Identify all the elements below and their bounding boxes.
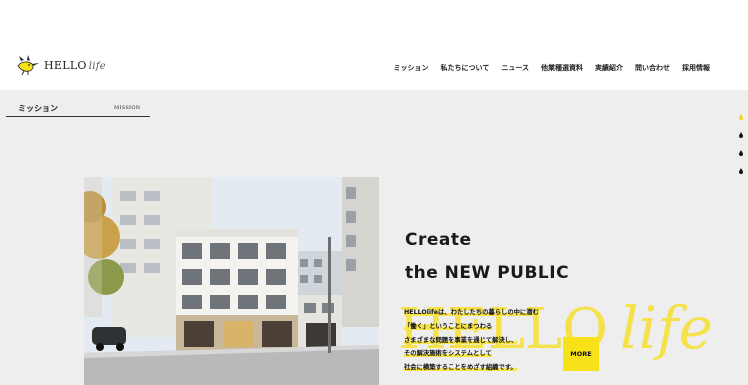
drop-icon[interactable] xyxy=(738,150,744,156)
building-photo-illustration xyxy=(84,177,379,385)
breadcrumb-label-en: MISSION xyxy=(114,105,141,111)
headline-line-2: the NEW PUBLIC xyxy=(405,263,570,283)
section-pagination xyxy=(738,114,744,174)
main-nav: ミッション 私たちについて ニュース 他業種選資料 実績紹介 問い合わせ 採用情… xyxy=(394,63,710,73)
nav-recruit[interactable]: 採用情報 xyxy=(682,63,710,73)
hero-section: ミッション MISSION HELLO life Create the NEW … xyxy=(0,90,748,385)
drop-icon[interactable] xyxy=(738,114,744,120)
nav-materials[interactable]: 他業種選資料 xyxy=(541,63,583,73)
site-logo[interactable]: HELLO life xyxy=(13,52,106,78)
mission-line: 「働く」ということにまつわる xyxy=(404,322,493,330)
mission-line: HELLOlifeは、わたしたちの暮らしの中に潜む xyxy=(404,309,539,316)
bird-icon xyxy=(17,55,39,76)
nav-mission[interactable]: ミッション xyxy=(394,63,429,73)
site-header: HELLO life ミッション 私たちについて ニュース 他業種選資料 実績紹介… xyxy=(0,0,748,90)
nav-about[interactable]: 私たちについて xyxy=(441,63,490,73)
nav-works[interactable]: 実績紹介 xyxy=(595,63,623,73)
breadcrumb: ミッション MISSION xyxy=(6,100,150,117)
breadcrumb-label-ja: ミッション xyxy=(18,104,58,113)
nav-contact[interactable]: 問い合わせ xyxy=(635,63,670,73)
hero-headline: Create the NEW PUBLIC xyxy=(405,224,569,290)
drop-icon[interactable] xyxy=(738,168,744,174)
headline-line-1: Create xyxy=(405,230,472,250)
hero-photo xyxy=(84,177,379,385)
logo-text: HELLO life xyxy=(44,58,106,72)
drop-icon[interactable] xyxy=(738,132,744,138)
more-button[interactable]: MORE xyxy=(563,337,599,371)
nav-news[interactable]: ニュース xyxy=(501,63,529,73)
